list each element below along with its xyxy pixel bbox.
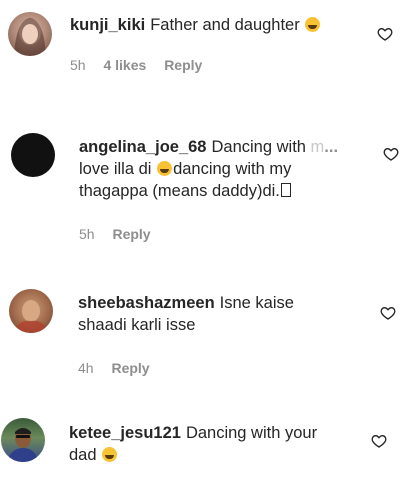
comment-text: kunji_kiki Father and daughter: [70, 14, 360, 36]
grinning-emoji: [305, 17, 321, 32]
comment-time: 5h: [79, 226, 95, 242]
comment-meta: 5h 4 likes Reply: [70, 57, 216, 73]
heart-outline-icon[interactable]: [383, 146, 399, 162]
comment-username[interactable]: sheebashazmeen: [78, 294, 215, 312]
comment-body-faded: m: [310, 138, 325, 156]
comment-text: ketee_jesu121 Dancing with your dad: [69, 422, 359, 466]
avatar[interactable]: [11, 133, 55, 177]
comment-body-line2: dad: [69, 446, 97, 464]
comment-body-line2b: dancing with my: [173, 160, 292, 178]
comment-username[interactable]: angelina_joe_68: [79, 138, 206, 156]
reply-button[interactable]: Reply: [111, 360, 149, 376]
reply-button[interactable]: Reply: [112, 226, 150, 242]
comment-body-line1: Dancing with your: [185, 424, 318, 442]
comment-body-line3: thagappa (means daddy)di.: [79, 182, 280, 200]
comment-time: 5h: [70, 57, 86, 73]
tongue-out-emoji: [102, 447, 118, 462]
comment-text: angelina_joe_68 Dancing with m... love il…: [79, 136, 379, 202]
more-link[interactable]: ...: [324, 138, 338, 156]
avatar[interactable]: [1, 418, 45, 462]
comment-username[interactable]: ketee_jesu121: [69, 424, 181, 442]
avatar[interactable]: [8, 12, 52, 56]
heart-outline-icon[interactable]: [380, 305, 396, 321]
heart-outline-icon[interactable]: [371, 433, 387, 449]
comment-meta: 5h Reply: [79, 226, 165, 242]
comment-body-line1: Isne kaise: [219, 294, 294, 312]
heart-outline-icon[interactable]: [377, 26, 393, 42]
missing-glyph-icon: [280, 183, 291, 197]
comment-text: sheebashazmeen Isne kaise shaadi karli is…: [78, 292, 368, 336]
comment-time: 4h: [78, 360, 94, 376]
comment-body-line1: Dancing with: [211, 138, 306, 156]
comment-body-line2a: love illa di: [79, 160, 152, 178]
comment-meta: 4h Reply: [78, 360, 164, 376]
comment-likes[interactable]: 4 likes: [103, 57, 146, 73]
comment-body: Father and daughter: [150, 16, 300, 34]
avatar[interactable]: [9, 289, 53, 333]
grinning-emoji: [157, 161, 173, 176]
comment-body-line2: shaadi karli isse: [78, 316, 196, 334]
reply-button[interactable]: Reply: [164, 57, 202, 73]
comment-username[interactable]: kunji_kiki: [70, 16, 145, 34]
